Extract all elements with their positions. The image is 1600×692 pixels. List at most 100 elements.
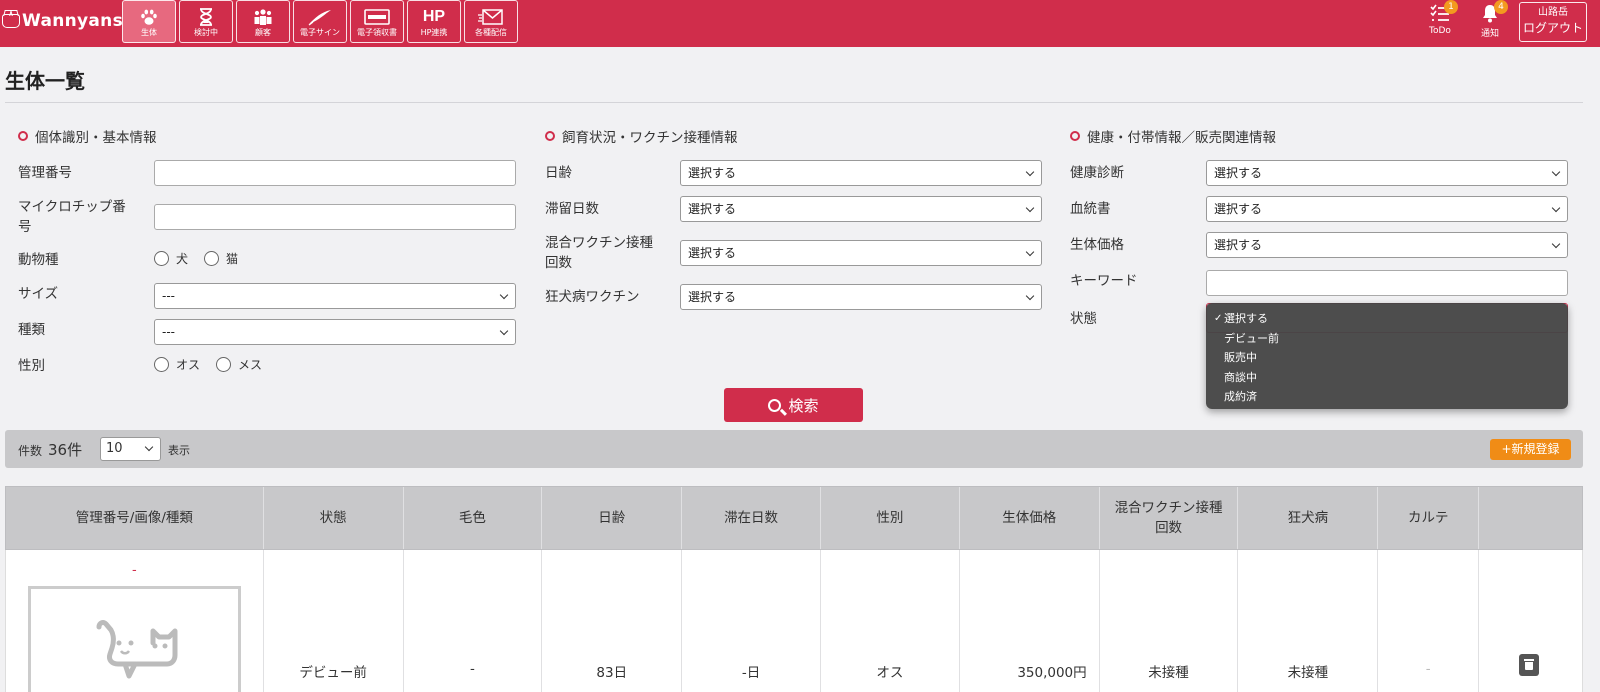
stay-days-select[interactable]: 選択する bbox=[680, 196, 1042, 222]
sex-radio-group: オス メス bbox=[154, 356, 272, 373]
select-value: 選択する bbox=[688, 202, 737, 216]
cell-mgmt: - bbox=[6, 550, 264, 692]
nav-considering[interactable]: 検討中 bbox=[179, 0, 233, 43]
status-option-negotiating[interactable]: 商談中 bbox=[1206, 368, 1568, 388]
todo-badge: 1 bbox=[1444, 0, 1458, 14]
header-coat-color[interactable]: 毛色 bbox=[404, 487, 543, 549]
rabies-select[interactable]: 選択する bbox=[680, 284, 1042, 310]
status-option-onsale[interactable]: 販売中 bbox=[1206, 348, 1568, 368]
search-button-label: 検索 bbox=[788, 396, 819, 415]
status-option-select[interactable]: ✓ 選択する bbox=[1206, 309, 1568, 329]
pedigree-select[interactable]: 選択する bbox=[1206, 196, 1568, 222]
results-bar: 件数 36件 10 表示 +新規登録 bbox=[5, 430, 1583, 468]
nav-pets[interactable]: 生体 bbox=[122, 0, 176, 43]
sex-female-radio[interactable]: メス bbox=[216, 356, 262, 373]
header-price[interactable]: 生体価格 bbox=[960, 487, 1100, 549]
sex-value: オス bbox=[876, 665, 904, 681]
karte-link[interactable]: - bbox=[1378, 661, 1478, 677]
nav-label: HP連携 bbox=[420, 28, 448, 37]
mgmt-no-label: 管理番号 bbox=[18, 165, 72, 181]
new-registration-button[interactable]: +新規登録 bbox=[1490, 439, 1571, 460]
section-health-sales: 健康・付帯情報／販売関連情報 bbox=[1070, 126, 1276, 146]
pet-image-placeholder[interactable] bbox=[28, 586, 241, 692]
mixed-vaccine-select[interactable]: 選択する bbox=[680, 240, 1042, 266]
show-label: 表示 bbox=[168, 444, 190, 457]
mgmt-no-input[interactable] bbox=[154, 160, 516, 186]
cell-sex: オス bbox=[821, 550, 960, 692]
option-label: デビュー前 bbox=[1224, 331, 1279, 345]
nav-delivery[interactable]: 各種配信 bbox=[464, 0, 518, 43]
radio-label: オス bbox=[176, 358, 201, 372]
header-rabies[interactable]: 狂犬病 bbox=[1238, 487, 1379, 549]
cell-rabies: 未接種 bbox=[1238, 550, 1379, 692]
price-select[interactable]: 選択する bbox=[1206, 232, 1568, 258]
cell-stay: -日 bbox=[682, 550, 821, 692]
todo-button[interactable]: ToDo 1 bbox=[1420, 0, 1460, 36]
status-option-predebut[interactable]: デビュー前 bbox=[1206, 329, 1568, 349]
status-label: 状態 bbox=[1070, 311, 1097, 327]
table-row[interactable]: - デビュー前 - 83日 -日 オス 350,000円 未接種 未接種 - bbox=[5, 550, 1583, 692]
age-value: 83日 bbox=[596, 665, 628, 681]
radio-circle[interactable] bbox=[154, 251, 169, 266]
circle-bullet-icon bbox=[18, 131, 28, 141]
chevron-down-icon bbox=[1025, 291, 1035, 301]
select-value: --- bbox=[162, 325, 175, 339]
size-select[interactable]: --- bbox=[154, 283, 516, 309]
status-option-contracted[interactable]: 成約済 bbox=[1206, 387, 1568, 407]
status-dropdown-menu: ✓ 選択する デビュー前 販売中 商談中 成約済 bbox=[1206, 303, 1568, 409]
header-sex[interactable]: 性別 bbox=[821, 487, 960, 549]
search-button[interactable]: 検索 bbox=[724, 388, 863, 422]
mgmt-no-link[interactable]: - bbox=[6, 563, 263, 578]
logout-label: ログアウト bbox=[1522, 21, 1583, 35]
option-label: 販売中 bbox=[1224, 351, 1257, 364]
select-value: 選択する bbox=[688, 246, 737, 260]
stay-days-label: 滞留日数 bbox=[545, 201, 599, 217]
radio-circle[interactable] bbox=[216, 357, 232, 372]
nav-esign[interactable]: 電子サイン bbox=[293, 0, 347, 43]
quill-icon bbox=[307, 6, 333, 28]
header-stay[interactable]: 滞在日数 bbox=[682, 487, 821, 549]
header-actions bbox=[1479, 487, 1582, 549]
select-value: 選択する bbox=[1214, 238, 1263, 252]
header-age[interactable]: 日齢 bbox=[542, 487, 683, 549]
circle-bullet-icon bbox=[1070, 131, 1080, 141]
header-status[interactable]: 状態 bbox=[264, 487, 404, 549]
chevron-down-icon bbox=[1551, 203, 1561, 213]
nav-customers[interactable]: 顧客 bbox=[236, 0, 290, 43]
keyword-label: キーワード bbox=[1070, 273, 1138, 289]
radio-circle[interactable] bbox=[154, 357, 169, 372]
paw-icon bbox=[140, 6, 158, 28]
notification-button[interactable]: 通知 4 bbox=[1470, 0, 1510, 39]
per-page-select[interactable]: 10 bbox=[100, 437, 161, 461]
select-value: 選択する bbox=[688, 290, 737, 304]
nav-ereceipt[interactable]: 電子領収書 bbox=[350, 0, 404, 43]
microchip-label-line2: 号 bbox=[18, 219, 32, 235]
microchip-input[interactable] bbox=[154, 204, 516, 230]
price-value: 350,000円 bbox=[1017, 665, 1087, 681]
species-dog-radio[interactable]: 犬 bbox=[154, 250, 188, 267]
app-logo[interactable]: Wannyans bbox=[2, 11, 123, 31]
select-value: 選択する bbox=[1214, 166, 1263, 180]
table-header: 管理番号/画像/種類 状態 毛色 日齢 滞在日数 性別 生体価格 混合ワクチン接… bbox=[5, 486, 1583, 550]
price-label: 生体価格 bbox=[1070, 237, 1124, 253]
species-cat-radio[interactable]: 猫 bbox=[204, 250, 238, 267]
radio-circle[interactable] bbox=[204, 251, 220, 266]
nav-label: 顧客 bbox=[255, 28, 271, 37]
header-mixed-vaccine[interactable]: 混合ワクチン接種回数 bbox=[1100, 487, 1239, 549]
top-header: Wannyans 生体 検討中 顧客 電子サイン 電子領収書 HP HP連携 各… bbox=[0, 0, 1600, 47]
breed-select[interactable]: --- bbox=[154, 319, 516, 345]
cell-price: 350,000円 bbox=[960, 550, 1100, 692]
radio-label: 犬 bbox=[176, 252, 189, 266]
age-select[interactable]: 選択する bbox=[680, 160, 1042, 186]
health-check-select[interactable]: 選択する bbox=[1206, 160, 1568, 186]
header-mgmt[interactable]: 管理番号/画像/種類 bbox=[6, 487, 264, 549]
hp-icon: HP bbox=[422, 8, 446, 25]
trash-icon[interactable] bbox=[1519, 654, 1540, 676]
header-karte: カルテ bbox=[1378, 487, 1480, 549]
keyword-input[interactable] bbox=[1206, 270, 1568, 296]
rabies-value: 未接種 bbox=[1287, 665, 1329, 681]
sex-male-radio[interactable]: オス bbox=[154, 356, 200, 373]
nav-hp[interactable]: HP HP連携 bbox=[407, 0, 461, 43]
mail-icon bbox=[478, 6, 504, 28]
logout-button[interactable]: 山路岳 ログアウト bbox=[1519, 2, 1587, 42]
